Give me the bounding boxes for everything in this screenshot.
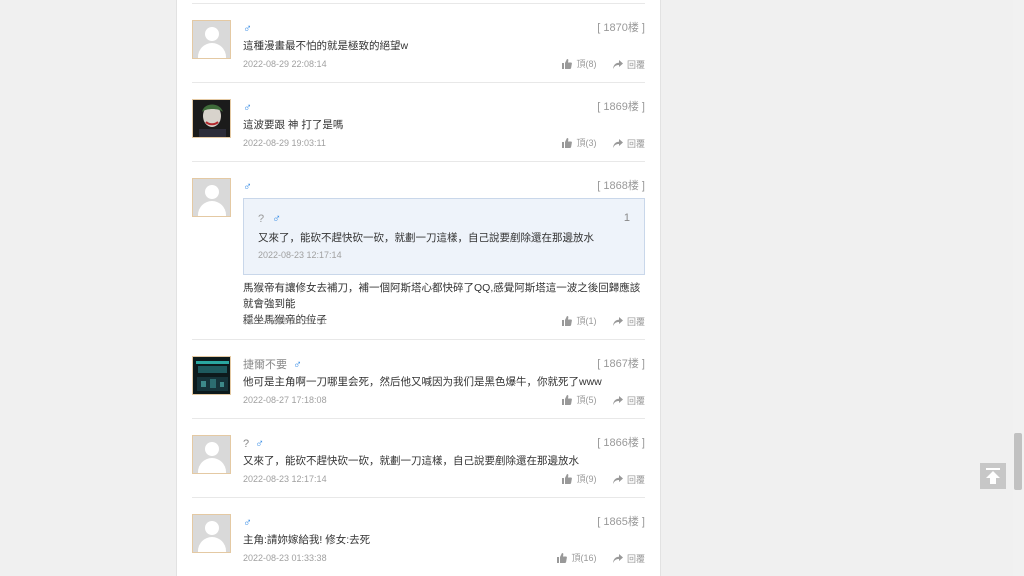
quote-username: ? — [258, 213, 265, 225]
thumbs-up-icon — [557, 553, 568, 563]
male-icon: ♂ — [243, 515, 252, 529]
comment-item: ♂ [ 1870楼 ] 這種漫畫最不怕的就是極致的絕望w 2022-08-29 … — [192, 20, 645, 83]
joker-avatar-image — [193, 100, 230, 137]
reply-button[interactable]: 回覆 — [612, 395, 645, 407]
comment-text: 又來了，能砍不趕快砍一砍，就劃一刀這樣，自己說要剷除還在那邊放水 — [243, 455, 579, 467]
like-button[interactable]: 頂(16) — [557, 552, 596, 564]
avatar[interactable] — [192, 356, 231, 395]
floor-number: [ 1870楼 ] — [597, 22, 645, 34]
floor-number: [ 1868楼 ] — [597, 180, 645, 192]
like-button[interactable]: 頂(3) — [562, 137, 596, 149]
comment-time: 2022-08-23 01:33:38 — [243, 553, 327, 563]
comment-text: 這種漫畫最不怕的就是極致的絕望w — [243, 40, 409, 52]
male-icon: ♂ — [243, 21, 252, 35]
floor-number: [ 1869楼 ] — [597, 101, 645, 113]
comment-item: ♂ [ 1869楼 ] 這波要跟 神 打了是嗎 2022-08-29 19:03… — [192, 99, 645, 162]
comment-text: 他可是主角啊一刀哪里会死，然后他又喊因为我们是黑色爆牛，你就死了www — [243, 376, 602, 388]
avatar[interactable] — [192, 178, 231, 217]
divider — [192, 339, 645, 340]
like-button[interactable]: 頂(5) — [562, 394, 596, 406]
divider — [192, 418, 645, 419]
reply-button[interactable]: 回覆 — [612, 59, 645, 71]
comment-time: 2022-08-27 17:18:08 — [243, 395, 327, 405]
thumbs-up-icon — [562, 474, 573, 484]
male-icon: ♂ — [243, 100, 252, 114]
thumbs-up-icon — [562, 59, 573, 69]
comment-list: ♂ [ 1870楼 ] 這種漫畫最不怕的就是極致的絕望w 2022-08-29 … — [176, 0, 661, 576]
share-arrow-icon — [612, 317, 623, 326]
game-poster-avatar-image — [193, 357, 230, 394]
avatar[interactable] — [192, 20, 231, 59]
comment-text: 主角:請妳嫁給我! 修女:去死 — [243, 534, 371, 546]
comment-time: 2022-08-29 22:08:14 — [243, 59, 327, 69]
share-arrow-icon — [612, 60, 623, 69]
comment-item: ♂ [ 1868楼 ] ? ♂ 1 又來了，能砍不趕快砍一砍，就劃一刀這樣，自己說… — [192, 178, 645, 340]
quote-text: 又來了，能砍不趕快砍一砍，就劃一刀這樣，自己說要剷除還在那邊放水 — [258, 232, 594, 244]
comment-time: 2022-08-23 12:17:14 — [243, 474, 327, 484]
comment-item: ? ♂ [ 1866楼 ] 又來了，能砍不趕快砍一砍，就劃一刀這樣，自己說要剷除還… — [192, 435, 645, 498]
like-button[interactable]: 頂(1) — [562, 315, 596, 327]
reply-button[interactable]: 回覆 — [612, 316, 645, 328]
share-arrow-icon — [612, 554, 623, 563]
reply-button[interactable]: 回覆 — [612, 138, 645, 150]
comment-item: 捷爾不要 ♂ [ 1867楼 ] 他可是主角啊一刀哪里会死，然后他又喊因为我们是黑… — [192, 356, 645, 419]
thumbs-up-icon — [562, 395, 573, 405]
quoted-comment: ? ♂ 1 又來了，能砍不趕快砍一砍，就劃一刀這樣，自己說要剷除還在那邊放水 20… — [243, 198, 645, 275]
male-icon: ♂ — [293, 357, 302, 371]
back-to-top-button[interactable] — [980, 463, 1006, 489]
reply-button[interactable]: 回覆 — [612, 474, 645, 486]
arrow-up-icon — [986, 468, 1000, 484]
scrollbar-thumb[interactable] — [1014, 433, 1022, 490]
comment-time: 2022-08-29 19:03:11 — [243, 138, 326, 148]
floor-number: [ 1866楼 ] — [597, 437, 645, 449]
divider — [192, 161, 645, 162]
floor-number: [ 1867楼 ] — [597, 358, 645, 370]
avatar[interactable] — [192, 514, 231, 553]
thumbs-up-icon — [562, 316, 573, 326]
floor-number: [ 1865楼 ] — [597, 516, 645, 528]
reply-button[interactable]: 回覆 — [612, 553, 645, 565]
quote-time: 2022-08-23 12:17:14 — [258, 250, 342, 260]
username[interactable]: 捷爾不要 — [243, 359, 287, 371]
comment-item: ♂ [ 1865楼 ] 主角:請妳嫁給我! 修女:去死 2022-08-23 0… — [192, 514, 645, 576]
comment-text: 這波要跟 神 打了是嗎 — [243, 119, 344, 131]
share-arrow-icon — [612, 139, 623, 148]
quote-index: 1 — [623, 212, 630, 224]
male-icon: ♂ — [272, 211, 282, 225]
username[interactable]: ? — [243, 438, 249, 450]
avatar[interactable] — [192, 99, 231, 138]
male-icon: ♂ — [255, 436, 265, 450]
male-icon: ♂ — [243, 179, 252, 193]
divider — [192, 82, 645, 83]
like-button[interactable]: 頂(8) — [562, 58, 596, 70]
divider — [192, 497, 645, 498]
thumbs-up-icon — [562, 138, 573, 148]
avatar[interactable] — [192, 435, 231, 474]
divider — [192, 3, 645, 4]
share-arrow-icon — [612, 475, 623, 484]
comment-time: 2022-08-29 14:59:51 — [243, 316, 327, 326]
like-button[interactable]: 頂(9) — [562, 473, 596, 485]
share-arrow-icon — [612, 396, 623, 405]
